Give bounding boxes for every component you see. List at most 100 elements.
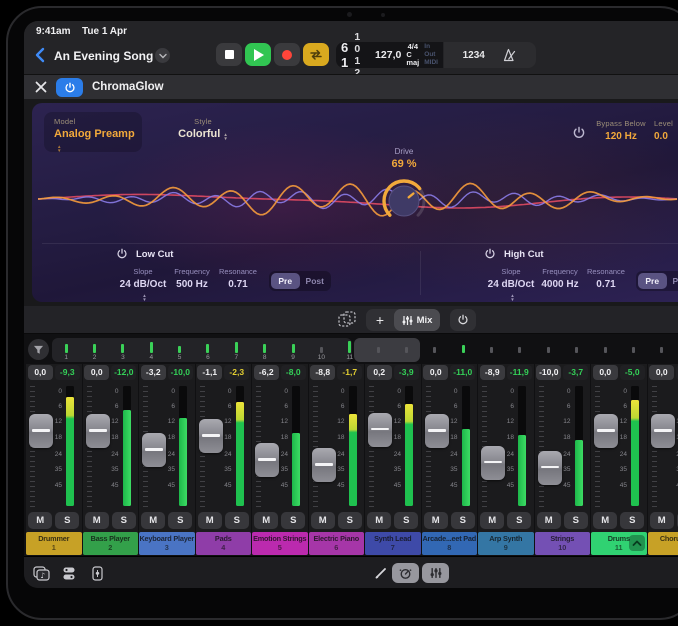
peak-value[interactable]: -1,7 xyxy=(337,365,362,380)
solo-button[interactable]: S xyxy=(225,512,249,529)
overview-slot[interactable] xyxy=(534,338,562,362)
volume-value[interactable]: -6,2 xyxy=(254,365,279,380)
peak-value[interactable]: -11,0 xyxy=(450,365,475,380)
volume-value[interactable]: 0,0 xyxy=(593,365,618,380)
track-name-band[interactable]: Drums 11 xyxy=(591,532,647,555)
overview-slot[interactable] xyxy=(421,338,449,362)
fader-handle[interactable] xyxy=(312,448,336,482)
track-name-band[interactable]: Arcade...eet Pad 8 xyxy=(422,532,478,555)
bypass-power-icon[interactable] xyxy=(572,126,586,140)
volume-value[interactable]: 0,0 xyxy=(423,365,448,380)
overview-slot[interactable] xyxy=(591,338,619,362)
count-in-button[interactable]: 1234 xyxy=(463,50,485,61)
peak-value[interactable]: -3,7 xyxy=(563,365,588,380)
song-title[interactable]: An Evening Song xyxy=(54,49,153,63)
mute-button[interactable]: M xyxy=(424,512,448,529)
track-name-band[interactable]: Strings 10 xyxy=(535,532,591,555)
fader-handle[interactable] xyxy=(29,414,53,448)
solo-button[interactable]: S xyxy=(112,512,136,529)
collapse-chevron-button[interactable] xyxy=(629,535,645,551)
high-cut-power-icon[interactable] xyxy=(484,248,496,260)
overview-slot[interactable]: 5 xyxy=(165,338,193,362)
fader-handle[interactable] xyxy=(86,414,110,448)
overview-slot[interactable] xyxy=(619,338,647,362)
overview-slot[interactable] xyxy=(562,338,590,362)
mute-button[interactable]: M xyxy=(480,512,504,529)
cycle-button[interactable] xyxy=(303,43,329,66)
fader-handle[interactable] xyxy=(538,451,562,485)
fader-handle[interactable] xyxy=(481,446,505,480)
fader-handle[interactable] xyxy=(425,414,449,448)
overview-slot[interactable]: 8 xyxy=(251,338,279,362)
volume-value[interactable]: -8,8 xyxy=(310,365,335,380)
solo-button[interactable]: S xyxy=(338,512,362,529)
drive-knob[interactable] xyxy=(380,177,428,225)
mute-button[interactable]: M xyxy=(311,512,335,529)
track-name-band[interactable]: Electric Piano 6 xyxy=(309,532,365,555)
fader-panel-icon[interactable] xyxy=(88,564,106,582)
volume-value[interactable]: 0,0 xyxy=(28,365,53,380)
volume-value[interactable]: 0,2 xyxy=(367,365,392,380)
style-selector[interactable]: Style Colorful▲▼ xyxy=(160,117,246,141)
solo-button[interactable]: S xyxy=(564,512,588,529)
mute-button[interactable]: M xyxy=(28,512,52,529)
fader-handle[interactable] xyxy=(142,433,166,467)
solo-button[interactable]: S xyxy=(55,512,79,529)
model-selector[interactable]: Model Analog Preamp▲▼ xyxy=(44,112,142,152)
lcd-display[interactable]: 6 1 1 0 1 2 127,0 4/4 C maj In Out MIDI xyxy=(336,42,443,68)
peak-value[interactable]: -2,3 xyxy=(224,365,249,380)
mixer-view-button[interactable] xyxy=(422,563,449,583)
mix-button[interactable]: Mix xyxy=(394,309,440,331)
track-name-band[interactable]: Drummer 1 xyxy=(26,532,82,555)
pre-button[interactable]: Pre xyxy=(638,273,667,289)
bypass-below-control[interactable]: Bypass Below 120 Hz xyxy=(588,119,654,142)
peak-value[interactable]: -9,3 xyxy=(55,365,80,380)
low-cut-resonance[interactable]: Resonance 0.71 xyxy=(216,267,260,290)
mute-button[interactable]: M xyxy=(593,512,617,529)
overview-slot[interactable]: 1 xyxy=(52,338,80,362)
loops-browser-icon[interactable]: ♪ xyxy=(32,564,50,582)
copy-icon[interactable] xyxy=(338,311,357,328)
mute-button[interactable]: M xyxy=(650,512,674,529)
overview-slot[interactable] xyxy=(648,338,676,362)
volume-value[interactable]: -3,2 xyxy=(141,365,166,380)
mute-button[interactable]: M xyxy=(367,512,391,529)
track-name-band[interactable]: Keyboard Player 3 xyxy=(139,532,195,555)
high-cut-frequency[interactable]: Frequency 4000 Hz xyxy=(538,267,582,290)
solo-button[interactable]: S xyxy=(451,512,475,529)
volume-value[interactable]: 0,0 xyxy=(649,365,674,380)
mute-button[interactable]: M xyxy=(537,512,561,529)
overview-slot[interactable]: 10 xyxy=(307,338,335,362)
overview-slot[interactable] xyxy=(449,338,477,362)
volume-value[interactable]: -10,0 xyxy=(536,365,561,380)
overview-slot[interactable] xyxy=(392,338,420,362)
mute-button[interactable]: M xyxy=(141,512,165,529)
overview-slot[interactable]: 9 xyxy=(279,338,307,362)
overview-slot[interactable] xyxy=(364,338,392,362)
peak-value[interactable]: -10,0 xyxy=(168,365,193,380)
high-cut-resonance[interactable]: Resonance 0.71 xyxy=(584,267,628,290)
peak-value[interactable]: -8,0 xyxy=(281,365,306,380)
fader-handle[interactable] xyxy=(199,419,223,453)
volume-value[interactable]: -8,9 xyxy=(480,365,505,380)
peak-value[interactable]: -3,9 xyxy=(394,365,419,380)
peak-value[interactable]: -11,9 xyxy=(507,365,532,380)
low-cut-frequency[interactable]: Frequency 500 Hz xyxy=(170,267,214,290)
track-name-band[interactable]: Bass Player 2 xyxy=(83,532,139,555)
low-cut-power-icon[interactable] xyxy=(116,248,128,260)
solo-button[interactable]: S xyxy=(281,512,305,529)
high-cut-slope[interactable]: Slope 24 dB/Oct▲▼ xyxy=(484,267,538,302)
peak-value[interactable]: -5,0 xyxy=(620,365,645,380)
post-button[interactable]: Post xyxy=(668,273,678,289)
stop-button[interactable] xyxy=(216,43,242,66)
track-name-band[interactable]: Synth Lead 7 xyxy=(365,532,421,555)
edit-pencil-icon[interactable] xyxy=(372,564,390,582)
controls-knob-button[interactable] xyxy=(392,563,419,583)
volume-value[interactable]: -1,1 xyxy=(197,365,222,380)
add-button[interactable]: + xyxy=(366,309,394,331)
track-name-band[interactable]: Pads 4 xyxy=(196,532,252,555)
track-name-band[interactable]: Chorus V xyxy=(648,532,678,555)
overview-slot[interactable]: 7 xyxy=(222,338,250,362)
post-button[interactable]: Post xyxy=(301,273,330,289)
play-button[interactable] xyxy=(245,43,271,66)
